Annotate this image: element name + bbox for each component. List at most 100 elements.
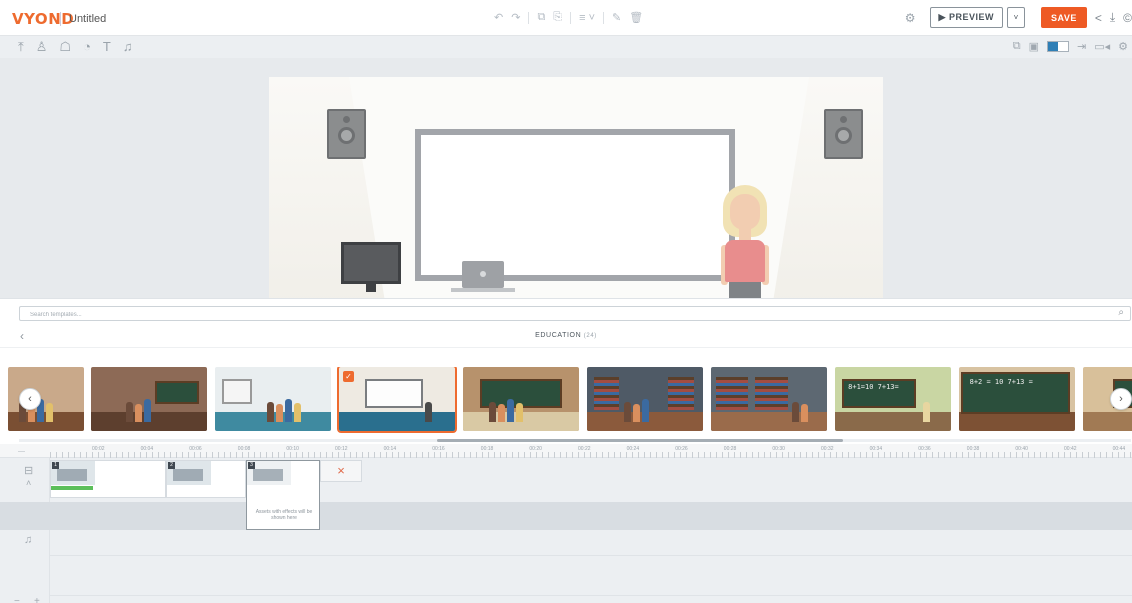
ruler-time-label: 00:14 [383, 446, 397, 452]
divider [60, 12, 61, 26]
ruler-time-label: 00:32 [821, 446, 834, 452]
category-name: EDUCATION [535, 332, 582, 339]
carousel-prev-button[interactable]: ‹ [19, 388, 41, 410]
ruler-time-label: 00:42 [1064, 446, 1077, 452]
scene-clip-1[interactable]: 1 [50, 460, 166, 498]
background-color-swatch[interactable] [1046, 41, 1069, 52]
enter-icon[interactable]: ⇥ [1077, 40, 1086, 53]
preview-dropdown-button[interactable]: ˅ [1006, 7, 1025, 28]
audio-track-icon: ♫ [24, 534, 33, 546]
timeline-gutter: ⊟ ˄ ♫ − + [0, 458, 50, 603]
ruler-time-label: 00:02 [92, 446, 105, 452]
add-scene-button[interactable]: × [320, 460, 362, 482]
gear-icon[interactable]: ⚙ [905, 11, 916, 25]
template-lecture-hall[interactable] [91, 367, 207, 431]
header-actions: ⚙ ▶ PREVIEW ˅ SAVE < ⤓ © [905, 7, 1132, 28]
scene-number: 3 [248, 462, 255, 469]
ruler-time-label: 00:20 [529, 446, 542, 452]
camera-icon[interactable]: ▭◂ [1094, 40, 1110, 53]
zoom-out-icon[interactable]: − [14, 596, 20, 603]
stage-area [0, 58, 1132, 298]
help-icon[interactable]: © [1123, 11, 1132, 25]
search-icon[interactable]: ⌕ [1118, 307, 1124, 318]
text-icon[interactable]: T [103, 39, 111, 55]
template-science-class[interactable] [215, 367, 331, 431]
scene-clip-2[interactable]: 2 [166, 460, 246, 498]
monitor-prop[interactable] [341, 242, 401, 284]
ruler-time-label: 00:22 [578, 446, 591, 452]
scene-tools: ⧉ ▣ ⇥ ▭◂ ⚙ [1013, 40, 1128, 53]
ruler-time-label: 00:10 [286, 446, 299, 452]
trash-icon[interactable]: 🗑 [629, 11, 643, 24]
category-header: ‹ EDUCATION (24) [0, 326, 1132, 348]
ruler-time-label: 00:08 [237, 446, 251, 452]
board-text: 8+1=10 7+13= [848, 383, 899, 392]
audio-track-2[interactable] [50, 556, 1132, 596]
ruler-time-label: 00:38 [966, 446, 980, 452]
ruler-time-label: 00:44 [1112, 446, 1126, 452]
template-math-board-2[interactable]: 8+2 = 10 7+13 = [959, 367, 1075, 431]
template-whiteboard-room[interactable]: ✓ [337, 367, 457, 433]
share-icon[interactable]: < [1095, 11, 1102, 25]
image-icon[interactable]: ▣ [1029, 40, 1039, 53]
asset-toolbar: ⤒ ♙ ☖ ◔ T ♫ ⧉ ▣ ⇥ ▭◂ ⚙ [0, 36, 1132, 58]
props-icon[interactable]: ☖ [59, 39, 71, 55]
audio-icon[interactable]: ♫ [123, 39, 133, 55]
redo-icon[interactable]: ↷ [511, 11, 520, 24]
chevron-up-icon[interactable]: ˄ [26, 478, 31, 488]
undo-icon[interactable]: ↶ [494, 11, 503, 24]
scrollbar-thumb[interactable] [437, 439, 843, 442]
scene-canvas[interactable] [269, 77, 883, 298]
monitor-stand [366, 284, 376, 292]
paste-icon[interactable]: ⎘ [553, 11, 562, 24]
whiteboard-thumb [364, 378, 423, 408]
ruler-time-label: 00:24 [626, 446, 640, 452]
whiteboard[interactable] [415, 129, 735, 281]
effects-track [0, 502, 1132, 530]
save-button[interactable]: SAVE [1040, 7, 1087, 28]
character-icon[interactable]: ♙ [36, 39, 48, 55]
laptop-prop[interactable] [462, 261, 504, 288]
scene-clip-3[interactable]: 3 Assets with effects will be shown here [246, 460, 320, 530]
carousel-next-button[interactable]: › [1110, 388, 1132, 410]
duplicate-scene-icon[interactable]: ⧉ [1013, 40, 1021, 53]
vyond-logo[interactable]: VYOND [12, 10, 74, 28]
top-bar: VYOND Untitled ↶ ↷ ⧉ ⎘ ≡ ˅ ✎ 🗑 ⚙ ▶ PREVI… [0, 0, 1132, 36]
timeline-ruler[interactable]: — 00:02 00:04 00:06 00:08 00:10 00:12 00:14 00:… [0, 444, 1132, 458]
divider [528, 11, 530, 24]
settings-icon[interactable]: ⚙ [1118, 40, 1128, 53]
timeline: — 00:02 00:04 00:06 00:08 00:10 00:12 00:14 00:… [0, 444, 1132, 603]
speaker-right[interactable] [824, 109, 863, 159]
template-library-hall[interactable] [711, 367, 827, 431]
preview-button[interactable]: ▶ PREVIEW [929, 7, 1003, 28]
ruler-handle: — [18, 448, 25, 455]
template-library-study[interactable] [587, 367, 703, 431]
teacher-character[interactable] [721, 185, 771, 298]
zoom-in-icon[interactable]: + [34, 596, 40, 603]
copy-icon[interactable]: ⧉ [537, 11, 545, 24]
search-input[interactable] [20, 308, 1086, 322]
template-chalkboard-class[interactable] [463, 367, 579, 431]
template-carousel: ✓ 8+1=10 7+13= 8+2 = 10 7+13 = [0, 367, 1132, 433]
ruler-time-label: 00:06 [189, 446, 202, 452]
wand-icon[interactable]: ✎ [612, 11, 621, 24]
board-text: 8+2 = 10 7+13 = [969, 377, 1033, 386]
edit-toolbar: ↶ ↷ ⧉ ⎘ ≡ ˅ ✎ 🗑 [494, 11, 643, 24]
carousel-scrollbar[interactable] [19, 439, 1131, 442]
template-panel: ⌕ ‹ EDUCATION (24) ✓ [0, 298, 1132, 444]
template-search: ⌕ [19, 306, 1131, 322]
audio-track[interactable] [50, 530, 1132, 556]
upload-icon[interactable]: ⤒ [18, 39, 24, 55]
ruler-time-label: 00:36 [918, 446, 931, 452]
asset-library-icons: ⤒ ♙ ☖ ◔ T ♫ [18, 39, 133, 55]
document-title[interactable]: Untitled [69, 13, 106, 25]
layers-icon[interactable]: ≡ ˅ [579, 12, 595, 24]
divider [570, 11, 572, 24]
chart-icon[interactable]: ◔ [83, 39, 91, 55]
ruler-time-label: 00:04 [140, 446, 154, 452]
category-count: (24) [583, 333, 597, 339]
download-icon[interactable]: ⤓ [1110, 10, 1115, 25]
template-math-board[interactable]: 8+1=10 7+13= [835, 367, 951, 431]
scene-track-icon: ⊟ [24, 465, 34, 477]
speaker-left[interactable] [327, 109, 366, 159]
